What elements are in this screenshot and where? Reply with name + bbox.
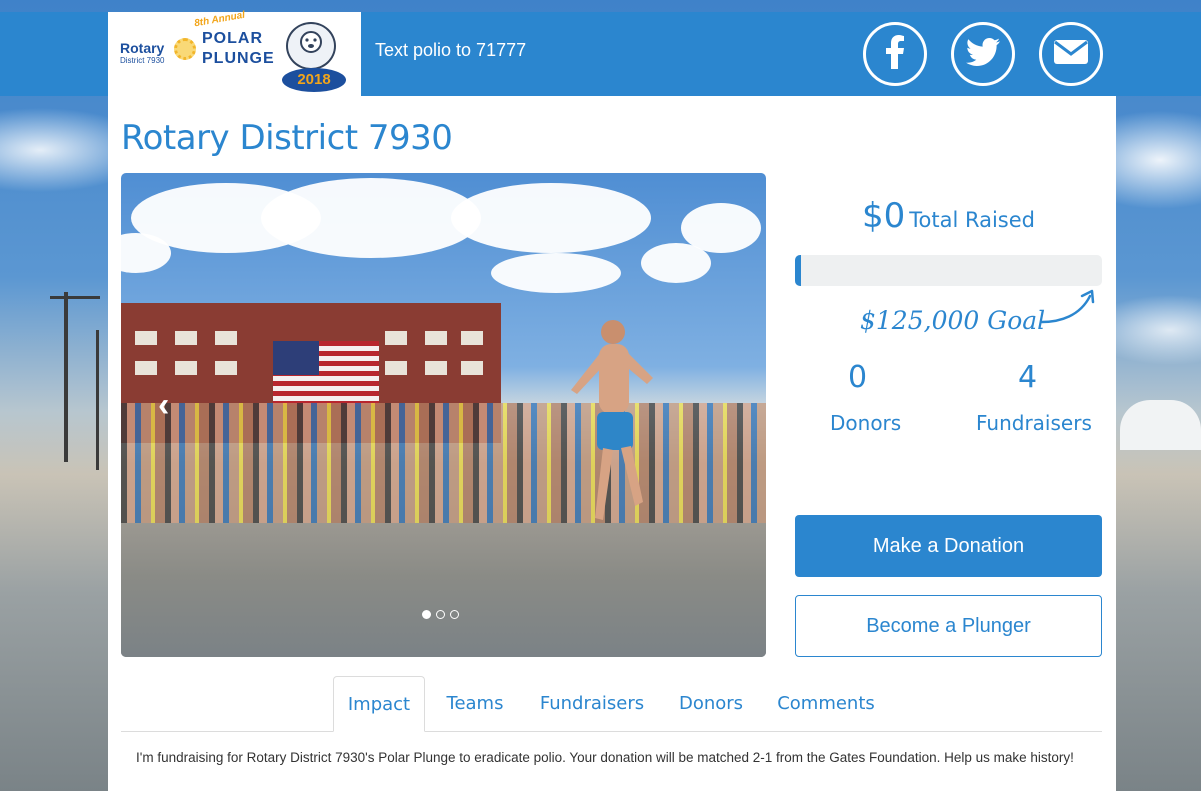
- donors-count: 0: [848, 360, 868, 395]
- fundraisers-label: Fundraisers: [976, 411, 1092, 435]
- text-polio-message: Text polio to 71777: [375, 40, 527, 60]
- carousel-indicators: [422, 610, 459, 619]
- carousel-dot-2[interactable]: [436, 610, 445, 619]
- make-donation-button[interactable]: Make a Donation: [795, 515, 1102, 577]
- polar-bear-icon: [286, 22, 336, 70]
- tab-teams[interactable]: Teams: [438, 676, 512, 732]
- building-window: [175, 331, 197, 345]
- building-window: [425, 331, 447, 345]
- utility-pole-crossbar: [50, 296, 100, 299]
- total-raised-label: Total Raised: [909, 208, 1035, 232]
- donors-label: Donors: [830, 411, 902, 435]
- logo-year-badge: 2018: [282, 68, 346, 92]
- total-raised-amount: $0: [861, 196, 906, 236]
- fundraising-progress-bar: [795, 255, 1102, 286]
- become-plunger-button[interactable]: Become a Plunger: [795, 595, 1102, 657]
- tab-donors[interactable]: Donors: [670, 676, 752, 732]
- flag-canton: [273, 341, 319, 375]
- building-window: [215, 331, 237, 345]
- carousel-dot-1[interactable]: [422, 610, 431, 619]
- building-window: [425, 361, 447, 375]
- building-window: [385, 361, 407, 375]
- tab-comments[interactable]: Comments: [770, 676, 882, 732]
- building-window: [135, 331, 157, 345]
- background-tent: [1120, 400, 1201, 450]
- photo-carousel[interactable]: [121, 173, 766, 657]
- utility-pole: [96, 330, 99, 470]
- cloud: [681, 203, 761, 253]
- goal-label: Goal: [987, 306, 1046, 335]
- carousel-prev-arrow[interactable]: ‹: [158, 388, 169, 422]
- fundraisers-count: 4: [1018, 360, 1038, 395]
- cloud: [451, 183, 651, 253]
- utility-pole: [64, 292, 68, 462]
- goal-text: $125,000 Goal: [860, 306, 1045, 335]
- building-window: [461, 361, 483, 375]
- total-raised: $0 Total Raised: [795, 196, 1102, 236]
- impact-description: I'm fundraising for Rotary District 7930…: [136, 750, 1074, 765]
- logo-annual-text: 8th Annual: [193, 9, 246, 30]
- page-title: Rotary District 7930: [121, 118, 453, 158]
- twitter-icon: [965, 37, 1000, 71]
- logo-polar-text: POLAR: [202, 30, 263, 47]
- twitter-link[interactable]: [951, 22, 1015, 86]
- carousel-dot-3[interactable]: [450, 610, 459, 619]
- tab-fundraisers[interactable]: Fundraisers: [530, 676, 654, 732]
- facebook-icon: [884, 34, 906, 74]
- crowd-of-plungers: [121, 403, 766, 533]
- beach-water: [121, 523, 766, 657]
- progress-fill: [795, 255, 802, 286]
- facebook-link[interactable]: [863, 22, 927, 86]
- logo-district-text: District 7930: [120, 56, 165, 65]
- cloud: [261, 178, 481, 258]
- goal-amount: $125,000: [860, 306, 980, 335]
- tab-impact[interactable]: Impact: [333, 676, 425, 732]
- polar-plunge-logo[interactable]: 8th Annual Rotary District 7930 POLAR PL…: [108, 9, 361, 96]
- logo-rotary-text: Rotary: [120, 40, 165, 56]
- cloud: [491, 253, 621, 293]
- building-window: [135, 361, 157, 375]
- email-icon: [1054, 39, 1088, 69]
- runner-figure: [571, 320, 653, 520]
- email-link[interactable]: [1039, 22, 1103, 86]
- building-window: [461, 331, 483, 345]
- building-window: [175, 361, 197, 375]
- building-window: [385, 331, 407, 345]
- goal-arrow-icon: [1040, 289, 1095, 324]
- building-window: [215, 361, 237, 375]
- logo-plunge-text: PLUNGE: [202, 50, 275, 67]
- rotary-wheel-icon: [174, 38, 196, 60]
